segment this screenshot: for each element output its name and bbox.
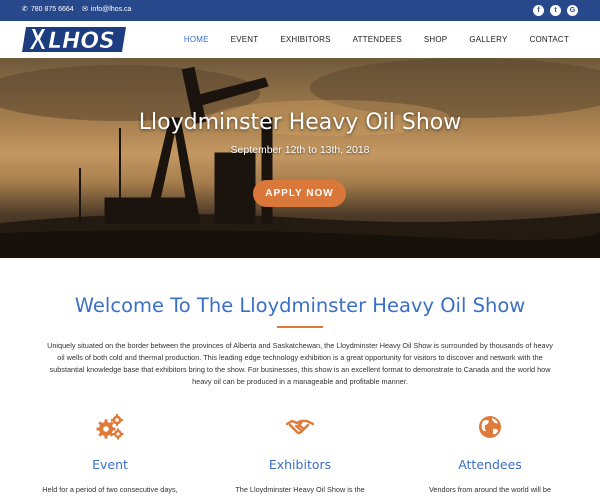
nav-attendees[interactable]: ATTENDEES — [353, 35, 402, 44]
nav-shop[interactable]: SHOP — [424, 35, 447, 44]
google-plus-icon[interactable]: G — [567, 5, 578, 16]
feature-title[interactable]: Event — [30, 457, 190, 472]
hero-title: Lloydminster Heavy Oil Show — [138, 110, 462, 135]
nav-contact[interactable]: CONTACT — [530, 35, 569, 44]
nav-event[interactable]: EVENT — [231, 35, 259, 44]
facebook-icon[interactable]: f — [533, 5, 544, 16]
feature-attendees: Attendees Vendors from around the world … — [410, 413, 570, 494]
feature-text: The Lloydminster Heavy Oil Show is the — [235, 485, 365, 494]
phone-contact[interactable]: ✆ 780 875 6664 — [22, 6, 74, 13]
email-icon: ✉ — [82, 6, 88, 13]
feature-title[interactable]: Exhibitors — [220, 457, 380, 472]
globe-icon — [479, 416, 501, 438]
intro-line: substantial knowledge base that exhibito… — [49, 365, 551, 374]
phone-number: 780 875 6664 — [30, 6, 74, 13]
feature-text: Held for a period of two consecutive day… — [42, 485, 178, 494]
social-links: f t G — [533, 5, 578, 16]
nav-home[interactable]: HOME — [184, 35, 209, 44]
feature-event: Event Held for a period of two consecuti… — [30, 413, 190, 494]
nav-exhibitors[interactable]: EXHIBITORS — [280, 35, 330, 44]
top-bar: ✆ 780 875 6664 ✉ info@lhos.ca f t G — [0, 0, 600, 21]
hero-subtitle: September 12th to 13th, 2018 — [230, 144, 370, 156]
phone-icon: ✆ — [22, 6, 28, 13]
gears-icon — [96, 414, 124, 440]
lhos-logo[interactable]: LHOS — [22, 25, 130, 54]
twitter-icon[interactable]: t — [550, 5, 561, 16]
intro-paragraph: Uniquely situated on the border between … — [24, 340, 576, 388]
welcome-title: Welcome To The Lloydminster Heavy Oil Sh… — [74, 294, 526, 317]
feature-text: Vendors from around the world will be — [428, 485, 552, 494]
email-address: info@lhos.ca — [90, 6, 132, 13]
intro-line: Uniquely situated on the border between … — [47, 341, 553, 350]
feature-exhibitors: Exhibitors The Lloydminster Heavy Oil Sh… — [220, 413, 380, 494]
handshake-icon — [286, 419, 314, 435]
nav-menu: HOME EVENT EXHIBITORS ATTENDEES SHOP GAL… — [162, 35, 569, 44]
logo-text: LHOS — [48, 29, 115, 54]
main-navbar: LHOS HOME EVENT EXHIBITORS ATTENDEES SHO… — [0, 21, 600, 58]
pumpjack-image — [0, 58, 600, 258]
apply-now-button[interactable]: APPLY NOW — [253, 180, 346, 207]
intro-line: oil wells of both cold and thermal produ… — [57, 353, 543, 362]
feature-title[interactable]: Attendees — [410, 457, 570, 472]
intro-line: heavy oil can be produced in a manageabl… — [192, 377, 408, 386]
nav-gallery[interactable]: GALLERY — [469, 35, 507, 44]
title-divider — [277, 326, 323, 328]
hero-banner: Lloydminster Heavy Oil Show September 12… — [0, 58, 600, 258]
email-contact[interactable]: ✉ info@lhos.ca — [82, 6, 131, 13]
